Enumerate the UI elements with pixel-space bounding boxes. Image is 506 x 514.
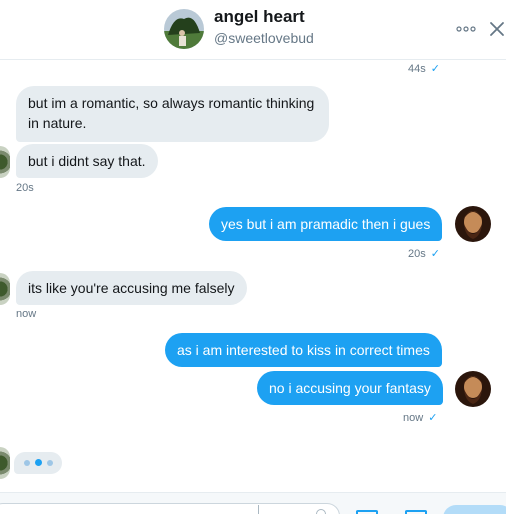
my-avatar[interactable] xyxy=(455,206,491,242)
incoming-message-bubble[interactable]: its like you're accusing me falsely xyxy=(16,271,247,305)
typing-dot xyxy=(24,460,30,466)
read-check-icon: ✓ xyxy=(428,412,438,424)
emoji-icon[interactable] xyxy=(316,509,326,514)
message-text: as i am interested to kiss in correct ti… xyxy=(177,342,430,358)
typing-dot xyxy=(35,459,42,466)
message-text: in nature. xyxy=(28,115,87,131)
incoming-message-bubble[interactable]: but i didnt say that. xyxy=(16,144,158,178)
read-check-icon: ✓ xyxy=(430,248,440,260)
more-dots-icon[interactable] xyxy=(456,22,476,36)
profile-photo-icon xyxy=(455,371,491,407)
sender-avatar[interactable] xyxy=(0,273,10,305)
profile-photo-icon xyxy=(164,9,204,49)
typing-indicator xyxy=(14,452,62,474)
message-timestamp: 20s ✓ xyxy=(408,247,440,260)
message-composer xyxy=(0,492,506,514)
timestamp-text: 20s xyxy=(408,248,426,260)
message-timestamp: now ✓ xyxy=(403,411,437,424)
outgoing-message-bubble[interactable]: yes but i am pramadic then i gues xyxy=(209,207,443,241)
close-icon[interactable] xyxy=(488,20,506,38)
message-timestamp: 44s ✓ xyxy=(408,62,440,75)
message-text: no i accusing your fantasy xyxy=(269,380,431,396)
my-avatar[interactable] xyxy=(455,371,491,407)
message-timestamp: 20s xyxy=(16,182,34,194)
contact-handle[interactable]: @sweetlovebud xyxy=(214,30,314,46)
profile-photo-icon xyxy=(455,206,491,242)
outgoing-message-bubble[interactable]: as i am interested to kiss in correct ti… xyxy=(165,333,442,367)
send-button[interactable] xyxy=(443,505,506,514)
timestamp-text: 44s xyxy=(408,63,426,75)
profile-avatar[interactable] xyxy=(164,9,204,49)
message-text: yes but i am pramadic then i gues xyxy=(221,216,431,232)
gif-icon[interactable] xyxy=(356,510,378,514)
media-icon[interactable] xyxy=(405,510,427,514)
text-cursor-icon xyxy=(258,505,264,514)
message-text: but im a romantic, so always romantic th… xyxy=(28,95,315,111)
contact-name[interactable]: angel heart xyxy=(214,7,305,27)
incoming-message-bubble[interactable]: but im a romantic, so always romantic th… xyxy=(16,86,329,142)
typing-dot xyxy=(47,460,53,466)
outgoing-message-bubble[interactable]: no i accusing your fantasy xyxy=(257,371,443,405)
message-text: but i didnt say that. xyxy=(28,153,146,169)
message-timestamp: now xyxy=(16,308,37,320)
sender-avatar[interactable] xyxy=(0,146,10,178)
message-input[interactable] xyxy=(0,503,340,514)
message-text: its like you're accusing me falsely xyxy=(28,280,235,296)
timestamp-text: now xyxy=(403,412,424,424)
read-check-icon: ✓ xyxy=(430,63,440,75)
conversation-header: angel heart @sweetlovebud xyxy=(0,0,506,60)
sender-avatar[interactable] xyxy=(0,447,10,479)
